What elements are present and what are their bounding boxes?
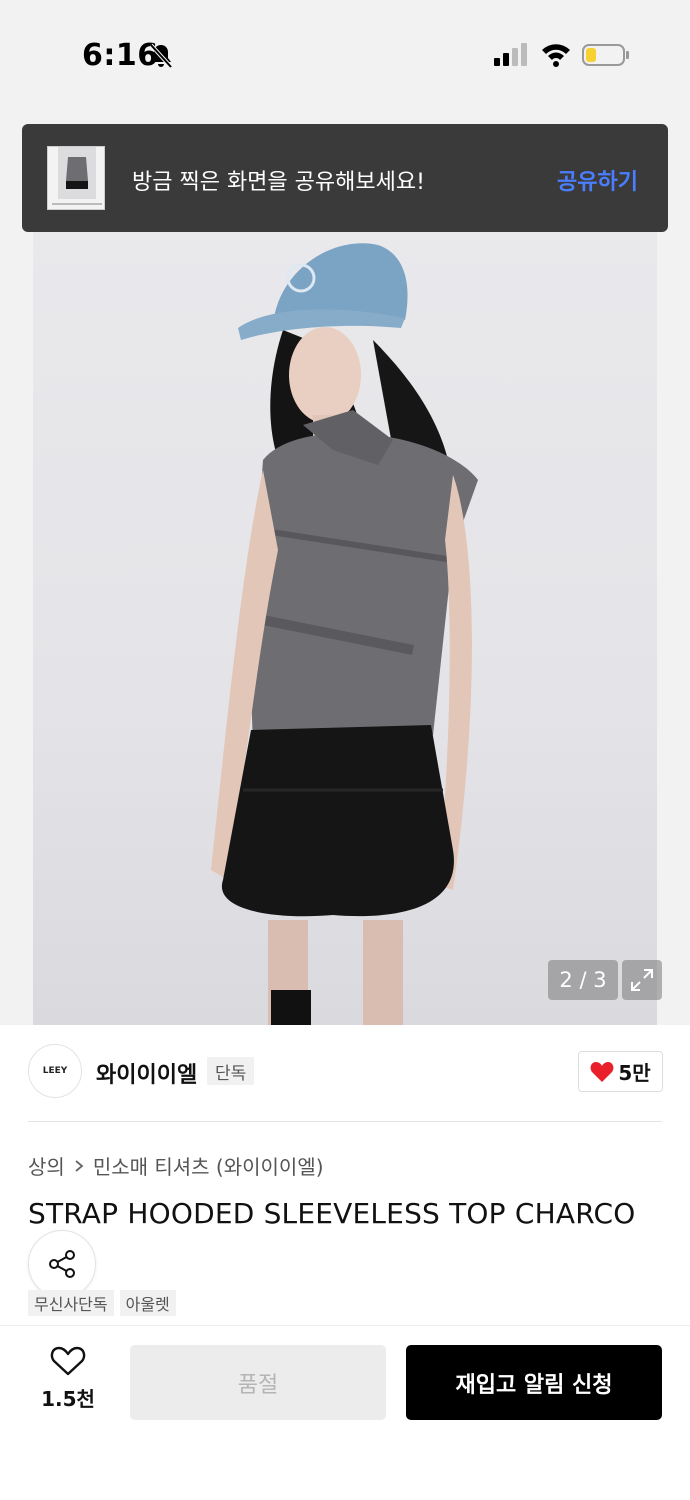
signal-icon (494, 43, 527, 66)
brand-like-button[interactable]: 5만 (578, 1051, 663, 1092)
share-toast: 방금 찍은 화면을 공유해보세요! 공유하기 (22, 124, 668, 232)
tag-outlet[interactable]: 아울렛 (119, 1290, 176, 1316)
share-icon (49, 1250, 75, 1278)
breadcrumb-subcategory[interactable]: 민소매 티셔츠 (와이이이엘) (93, 1151, 324, 1180)
product-title: STRAP HOODED SLEEVELESS TOP CHARCO (28, 1197, 636, 1230)
divider (28, 1121, 662, 1122)
product-image[interactable] (33, 230, 657, 1025)
battery-icon (582, 44, 629, 66)
heart-filled-icon (590, 1061, 614, 1082)
expand-button[interactable] (622, 960, 662, 1000)
restock-alert-button[interactable]: 재입고 알림 신청 (406, 1345, 662, 1420)
heart-outline-icon (50, 1346, 86, 1376)
share-button[interactable] (28, 1230, 96, 1298)
tag-musinsa-exclusive[interactable]: 무신사단독 (28, 1290, 114, 1316)
product-tags: 무신사단독 아울렛 (28, 1290, 176, 1316)
wishlist-button[interactable]: 1.5천 (28, 1345, 108, 1420)
status-bar: 6:16 (0, 0, 690, 110)
bottom-bar-divider (0, 1325, 690, 1326)
share-now-button[interactable]: 공유하기 (557, 164, 638, 196)
page-indicator: 2 / 3 (548, 960, 618, 1000)
bell-muted-icon (149, 43, 173, 69)
toast-message: 방금 찍은 화면을 공유해보세요! (132, 170, 425, 195)
breadcrumb: 상의 민소매 티셔츠 (와이이이엘) (28, 1151, 324, 1180)
expand-icon (631, 969, 653, 991)
wishlist-count: 1.5천 (41, 1387, 95, 1411)
model-illustration (211, 243, 478, 1025)
brand-logo[interactable]: LEEY (28, 1044, 82, 1098)
screenshot-thumbnail[interactable] (47, 146, 105, 210)
breadcrumb-category[interactable]: 상의 (28, 1151, 65, 1180)
brand-like-count: 5만 (618, 1061, 651, 1085)
chevron-right-icon (75, 1159, 84, 1172)
exclusive-badge: 단독 (207, 1057, 255, 1085)
brand-name[interactable]: 와이이이엘 (96, 1057, 197, 1089)
soldout-button: 품절 (130, 1345, 386, 1420)
wifi-icon (542, 44, 570, 67)
